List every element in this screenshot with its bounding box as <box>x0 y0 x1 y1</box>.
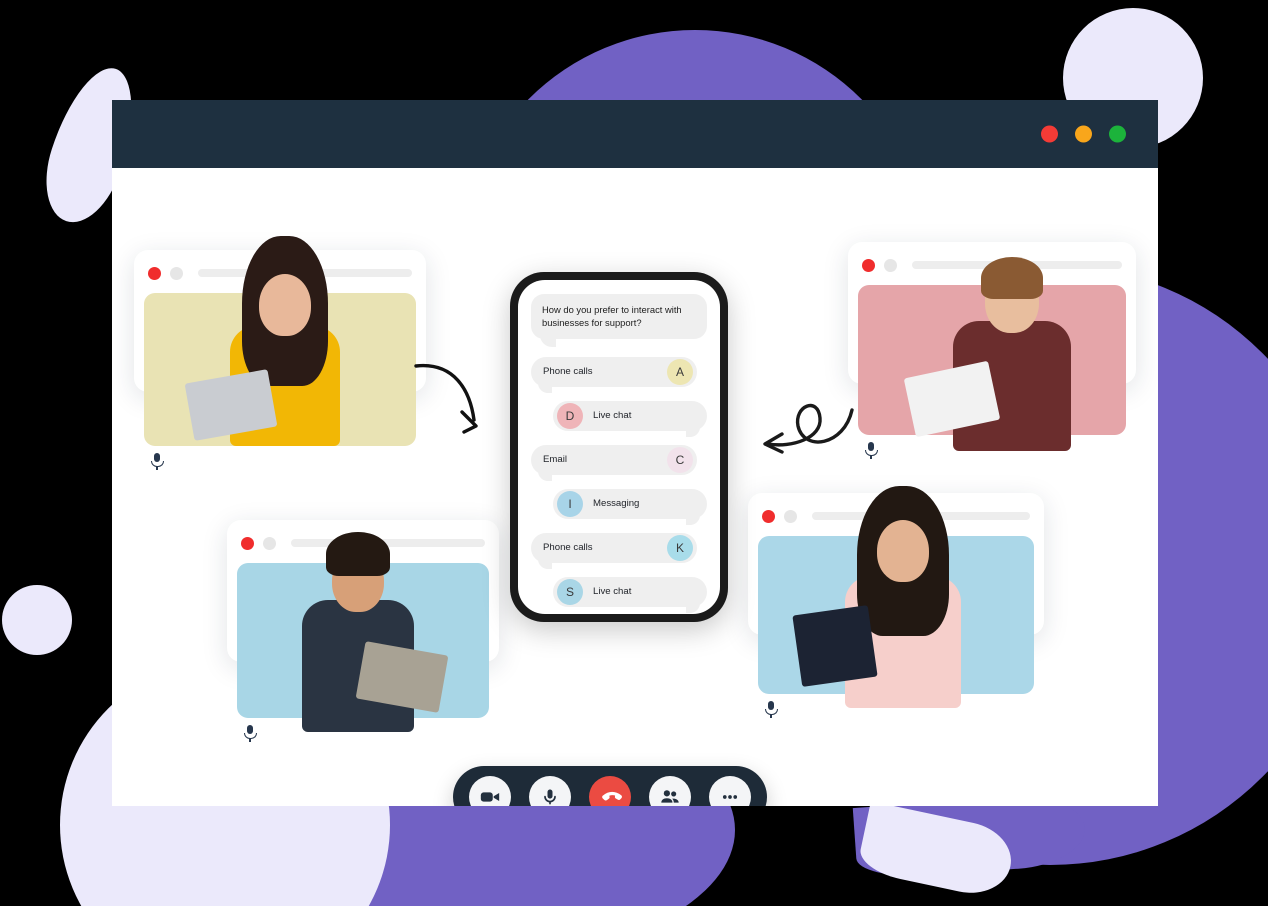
survey-option-label: Messaging <box>593 498 640 510</box>
phone-screen: How do you prefer to interact with busin… <box>518 280 720 614</box>
video-card-footer <box>144 446 416 476</box>
participant-silhouette <box>268 520 449 732</box>
recording-indicator-icon <box>762 509 775 523</box>
survey-question-bubble: How do you prefer to interact with busin… <box>531 294 707 347</box>
secondary-dot-icon <box>884 258 897 272</box>
video-card-woman-yellow[interactable] <box>134 236 426 470</box>
recording-indicator-icon <box>148 266 161 280</box>
survey-option-5[interactable]: Phone calls K <box>531 532 697 569</box>
maximize-dot[interactable] <box>1109 125 1126 143</box>
avatar: A <box>667 358 693 385</box>
participant-silhouette <box>903 236 1103 451</box>
recording-indicator-icon <box>862 258 875 272</box>
hair-shape <box>981 257 1044 299</box>
video-card-woman-blue[interactable] <box>748 486 1044 718</box>
avatar: D <box>557 402 583 429</box>
meeting-stage: How do you prefer to interact with busin… <box>112 168 1158 806</box>
app-window: How do you prefer to interact with busin… <box>112 100 1158 806</box>
minimize-dot[interactable] <box>1075 125 1092 143</box>
hair-shape <box>325 532 390 576</box>
participant-silhouette <box>791 483 997 708</box>
call-control-bar <box>453 766 767 806</box>
video-card-man-blue[interactable] <box>227 520 499 742</box>
survey-option-6[interactable]: S Live chat <box>553 576 707 613</box>
avatar: C <box>667 446 693 473</box>
video-camera-button[interactable] <box>469 776 511 806</box>
microphone-icon[interactable] <box>243 724 257 742</box>
window-titlebar <box>112 100 1158 168</box>
video-feed <box>758 486 1034 708</box>
more-options-button[interactable] <box>709 776 751 806</box>
survey-option-4[interactable]: I Messaging <box>553 488 707 525</box>
video-feed <box>144 236 416 446</box>
people-icon <box>661 790 679 803</box>
survey-option-label: Live chat <box>593 586 632 598</box>
looping-arrow-left-icon <box>763 403 854 454</box>
microphone-icon[interactable] <box>150 452 164 470</box>
video-icon <box>480 792 500 802</box>
window-traffic-lights <box>1041 125 1126 143</box>
head-shape <box>876 520 929 582</box>
video-feed <box>237 532 489 732</box>
microphone-icon[interactable] <box>864 441 878 459</box>
survey-option-label: Live chat <box>593 410 632 422</box>
lavender-circle-small <box>2 585 72 655</box>
end-call-button[interactable] <box>589 776 631 806</box>
participant-silhouette <box>185 236 375 446</box>
participants-button[interactable] <box>649 776 691 806</box>
phone-hangup-icon <box>601 791 622 800</box>
recording-indicator-icon <box>241 536 254 550</box>
survey-option-label: Email <box>543 454 567 466</box>
secondary-dot-icon <box>170 266 183 280</box>
video-card-man-pink[interactable] <box>848 242 1136 459</box>
secondary-dot-icon <box>784 509 797 523</box>
phone-mockup: How do you prefer to interact with busin… <box>510 272 728 622</box>
microphone-icon <box>544 789 556 805</box>
avatar: K <box>667 534 693 561</box>
ellipsis-icon <box>722 795 738 799</box>
survey-option-1[interactable]: Phone calls A <box>531 356 697 393</box>
close-dot[interactable] <box>1041 125 1058 143</box>
avatar: I <box>557 490 583 517</box>
survey-option-label: Phone calls <box>543 366 593 378</box>
video-feed <box>858 257 1126 451</box>
laptop-shape <box>791 605 878 687</box>
microphone-icon[interactable] <box>764 700 778 718</box>
head-shape <box>259 274 312 336</box>
avatar: S <box>557 578 583 605</box>
survey-option-2[interactable]: D Live chat <box>553 400 707 437</box>
survey-option-label: Phone calls <box>543 542 593 554</box>
microphone-button[interactable] <box>529 776 571 806</box>
survey-option-3[interactable]: Email C <box>531 444 697 481</box>
